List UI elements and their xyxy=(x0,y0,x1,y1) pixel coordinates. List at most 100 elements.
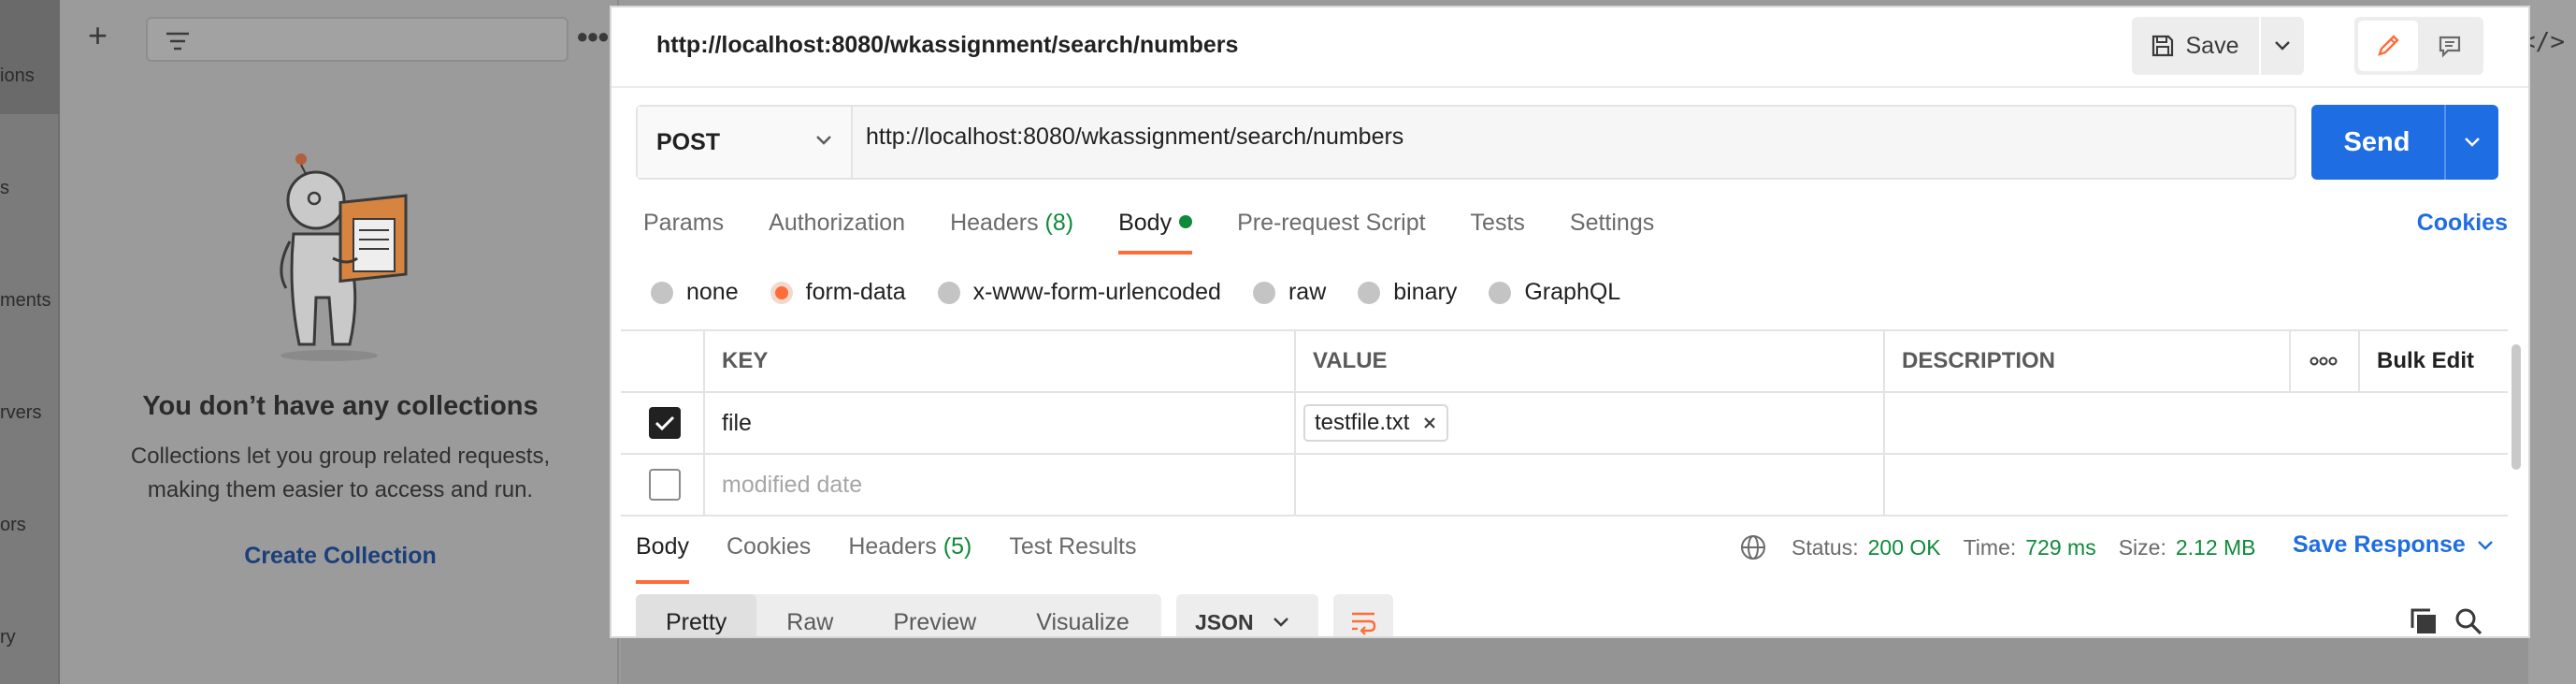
size-value[interactable]: 2.12 MB xyxy=(2176,535,2256,560)
radio-label: GraphQL xyxy=(1524,279,1621,305)
format-type-select[interactable]: JSON xyxy=(1176,594,1318,636)
plus-icon[interactable]: + xyxy=(88,19,108,52)
key-cell[interactable]: modified date xyxy=(703,455,1294,515)
radio-raw[interactable]: raw xyxy=(1252,279,1326,306)
column-header-value: VALUE xyxy=(1294,331,1883,391)
radio-circle xyxy=(770,281,793,304)
radio-x-www-form-urlencoded[interactable]: x-www-form-urlencoded xyxy=(937,279,1221,306)
save-button[interactable]: Save xyxy=(2132,17,2257,75)
chevron-down-icon xyxy=(2275,41,2290,51)
table-scrollbar[interactable] xyxy=(2510,341,2523,518)
format-visualize[interactable]: Visualize xyxy=(1006,594,1159,636)
globe-icon[interactable] xyxy=(1739,533,1767,561)
chevron-down-icon xyxy=(1273,618,1288,627)
radio-binary[interactable]: binary xyxy=(1358,279,1457,306)
tab-settings[interactable]: Settings xyxy=(1570,210,1654,256)
time-value[interactable]: 729 ms xyxy=(2025,535,2095,560)
chevron-down-icon xyxy=(2477,540,2493,550)
row-checkbox[interactable] xyxy=(649,469,681,501)
request-title[interactable]: http://localhost:8080/wkassignment/searc… xyxy=(656,32,1238,59)
more-options-icon xyxy=(2310,357,2338,366)
nav-item-mock-servers[interactable]: rvers xyxy=(0,402,41,424)
nav-rail: ions s ments rvers ors ry xyxy=(0,0,60,684)
radio-circle xyxy=(1358,281,1381,304)
tab-label: Body xyxy=(1118,210,1173,236)
headers-count: (8) xyxy=(1044,210,1074,236)
url-input[interactable]: http://localhost:8080/wkassignment/searc… xyxy=(866,124,1403,151)
nav-rail-active-item[interactable] xyxy=(0,0,60,114)
radio-label: binary xyxy=(1393,279,1458,305)
description-cell[interactable] xyxy=(1883,455,2498,515)
tab-pre-request-script[interactable]: Pre-request Script xyxy=(1237,210,1425,256)
request-title-bar: http://localhost:8080/wkassignment/searc… xyxy=(612,7,2528,88)
description-cell[interactable] xyxy=(1883,393,2498,453)
table-header-check xyxy=(621,331,703,391)
method-value: POST xyxy=(656,128,721,155)
filter-icon xyxy=(166,32,189,51)
search-icon[interactable] xyxy=(2454,606,2483,636)
nav-item-monitors[interactable]: ors xyxy=(0,515,26,536)
tab-label: Pre-request Script xyxy=(1237,210,1426,236)
table-options-button[interactable] xyxy=(2289,331,2358,391)
tab-label: Tests xyxy=(1470,210,1525,236)
response-tab-body[interactable]: Body xyxy=(636,533,689,586)
format-raw[interactable]: Raw xyxy=(756,594,863,636)
response-tab-test-results[interactable]: Test Results xyxy=(1009,533,1136,586)
cookies-link[interactable]: Cookies xyxy=(2417,210,2508,237)
nav-item-apis[interactable]: s xyxy=(0,178,9,199)
create-collection-link[interactable]: Create Collection xyxy=(62,543,619,570)
send-button[interactable]: Send xyxy=(2311,105,2442,180)
response-body-preview xyxy=(621,636,2528,684)
sidebar-toolbar: + ●●● xyxy=(79,17,610,62)
request-panel: http://localhost:8080/wkassignment/searc… xyxy=(612,7,2528,636)
radio-none[interactable]: none xyxy=(651,279,739,306)
sidebar-filter-input[interactable] xyxy=(146,17,568,62)
response-headers-count: (5) xyxy=(943,533,972,560)
comments-button[interactable] xyxy=(2420,21,2480,71)
save-options-button[interactable] xyxy=(2259,17,2304,75)
tab-authorization[interactable]: Authorization xyxy=(769,210,905,256)
radio-circle xyxy=(937,281,960,304)
value-cell[interactable]: testfile.txt xyxy=(1294,393,1883,453)
value-cell[interactable] xyxy=(1294,455,1883,515)
form-data-table: KEY VALUE DESCRIPTION Bulk Edit file tes… xyxy=(621,329,2508,522)
save-response-button[interactable]: Save Response xyxy=(2293,531,2494,559)
edit-mode-button[interactable] xyxy=(2358,21,2418,71)
radio-label: none xyxy=(686,279,739,305)
send-options-button[interactable] xyxy=(2444,105,2498,180)
status-value[interactable]: 200 OK xyxy=(1868,535,1941,560)
method-select[interactable]: POST xyxy=(638,107,853,178)
response-tab-cookies[interactable]: Cookies xyxy=(727,533,811,586)
tab-label: Headers xyxy=(950,210,1039,236)
body-indicator-dot xyxy=(1179,215,1193,228)
nav-item-history[interactable]: ry xyxy=(0,627,16,648)
size-label: Size: xyxy=(2118,534,2166,560)
tab-tests[interactable]: Tests xyxy=(1471,210,1525,256)
tab-params[interactable]: Params xyxy=(643,210,724,256)
response-tabs: Body Cookies Headers (5) Test Results xyxy=(636,533,1174,586)
table-row: file testfile.txt xyxy=(621,393,2508,455)
radio-form-data[interactable]: form-data xyxy=(770,279,906,306)
tab-headers[interactable]: Headers (8) xyxy=(950,210,1073,256)
radio-circle xyxy=(651,281,673,304)
format-pretty[interactable]: Pretty xyxy=(636,594,757,636)
file-name: testfile.txt xyxy=(1315,410,1410,435)
tab-label: Settings xyxy=(1569,210,1655,236)
more-options-icon[interactable]: ●●● xyxy=(576,24,610,49)
bulk-edit-button[interactable]: Bulk Edit xyxy=(2358,331,2498,391)
pencil-icon xyxy=(2378,35,2399,56)
response-tab-headers[interactable]: Headers (5) xyxy=(848,533,971,586)
tab-body[interactable]: Body xyxy=(1118,210,1193,256)
nav-item-collections[interactable]: ions xyxy=(0,65,35,87)
chevron-down-icon xyxy=(2465,138,2480,147)
wrap-lines-button[interactable] xyxy=(1333,594,1393,636)
format-preview[interactable]: Preview xyxy=(863,594,1006,636)
send-button-group: Send xyxy=(2311,105,2498,180)
row-checkbox[interactable] xyxy=(649,407,681,439)
copy-icon[interactable] xyxy=(2409,606,2439,636)
nav-item-environments[interactable]: ments xyxy=(0,290,50,312)
close-icon[interactable] xyxy=(1422,415,1437,430)
key-cell[interactable]: file xyxy=(703,393,1294,453)
radio-graphql[interactable]: GraphQL xyxy=(1489,279,1620,306)
scrollbar-thumb[interactable] xyxy=(2511,344,2521,470)
